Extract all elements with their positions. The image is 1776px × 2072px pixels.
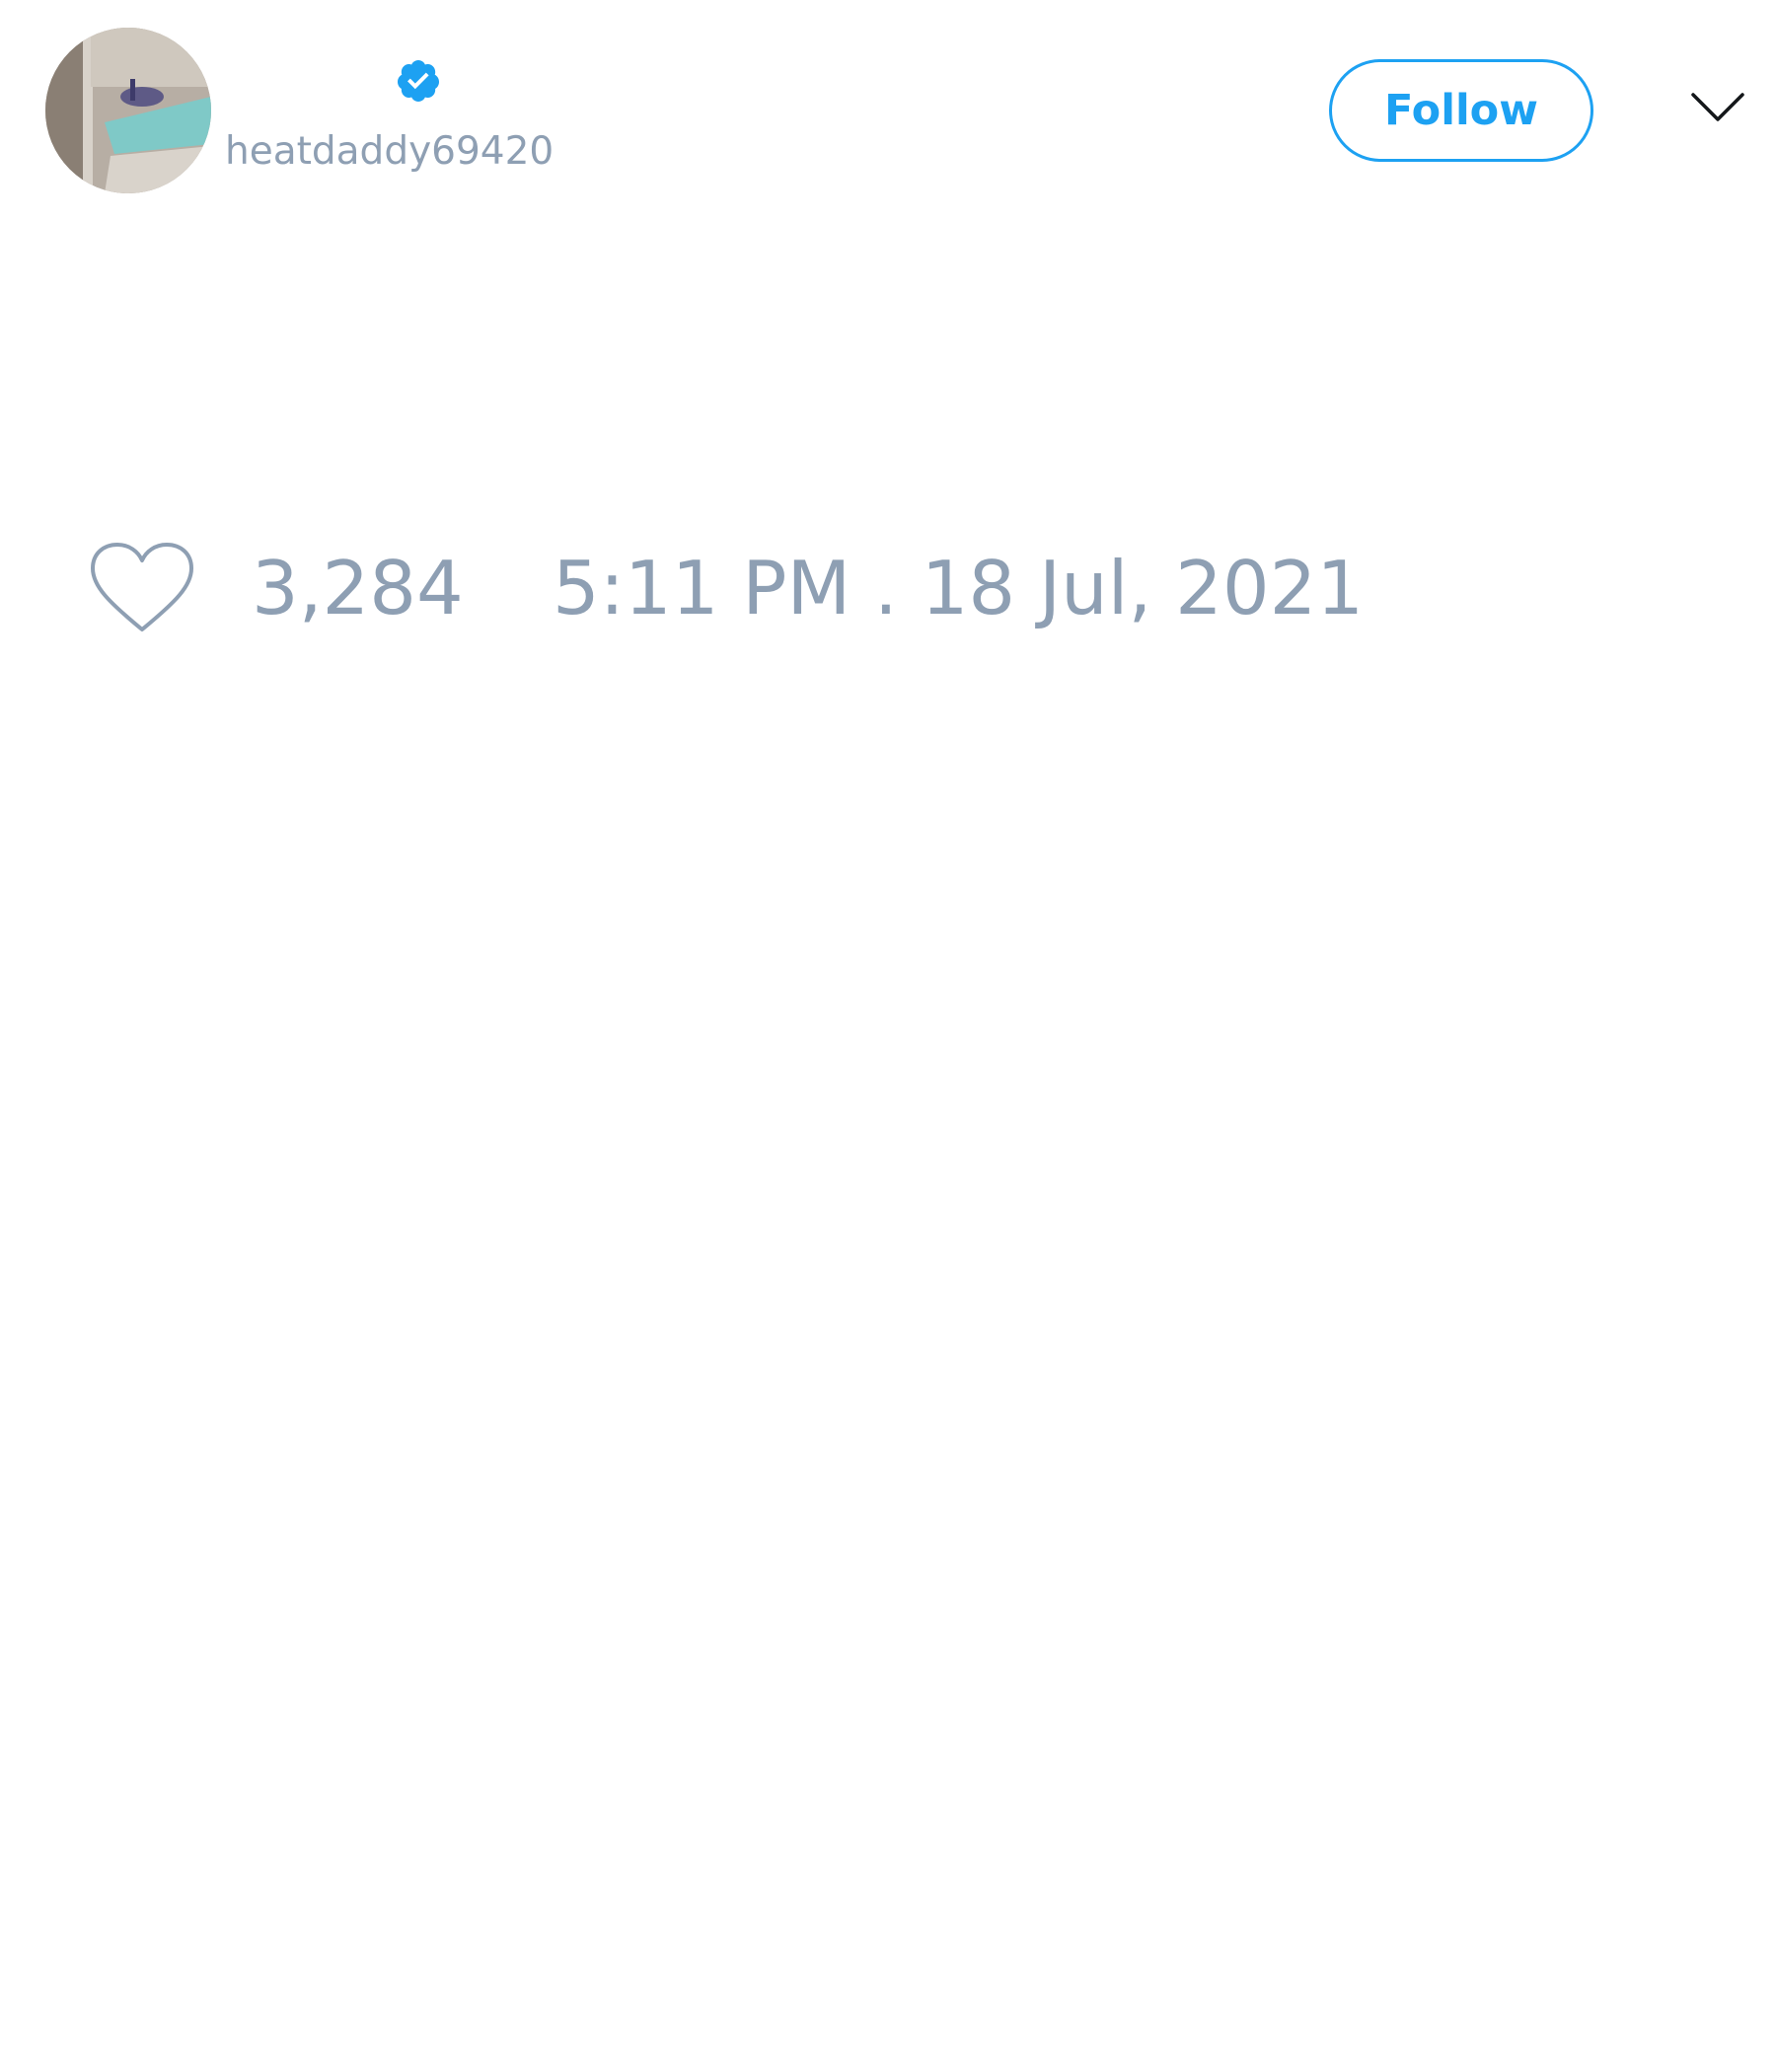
like-count: 3,284 (252, 545, 464, 631)
avatar-photo (45, 28, 211, 193)
chevron-down-icon[interactable] (1689, 91, 1746, 124)
avatar[interactable] (45, 28, 211, 193)
follow-button[interactable]: Follow (1329, 59, 1593, 162)
tweet-timestamp[interactable]: 5:11 PM . 18 Jul, 2021 (553, 549, 1364, 628)
heart-outline-icon[interactable] (89, 541, 195, 635)
verified-badge-icon (397, 60, 439, 102)
author-handle[interactable]: heatdaddy69420 (225, 126, 554, 178)
